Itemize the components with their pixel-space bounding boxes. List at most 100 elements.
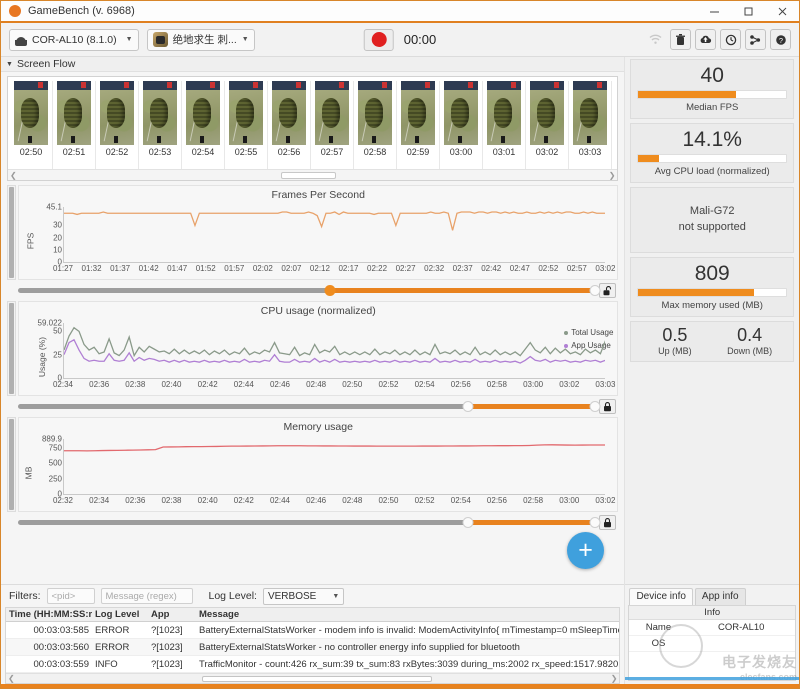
frame-thumbnail[interactable] — [186, 81, 220, 145]
wifi-icon[interactable] — [645, 29, 666, 50]
chart-1: Frames Per SecondFPS45.1302010001:2701:3… — [7, 185, 618, 299]
y-axis-tick: 10 — [53, 245, 62, 254]
network-up-value: 0.5 — [637, 326, 712, 346]
trash-icon[interactable] — [670, 29, 691, 50]
x-axis-tick: 02:40 — [161, 380, 181, 389]
frame-thumbnail[interactable] — [530, 81, 564, 145]
frame-thumbnail[interactable] — [14, 81, 48, 145]
x-axis-tick: 02:38 — [125, 380, 145, 389]
x-axis-tick: 02:54 — [451, 496, 471, 505]
lock-closed-icon[interactable] — [599, 399, 616, 414]
chart-vertical-scrollbar[interactable] — [7, 417, 16, 512]
screen-flow-frame[interactable]: 03:01 — [483, 81, 526, 169]
screen-flow-frame[interactable]: 02:52 — [96, 81, 139, 169]
x-axis-ticks: 02:3402:3602:3802:4002:4202:4402:4602:48… — [63, 380, 605, 394]
minimize-button[interactable] — [697, 0, 731, 22]
frame-thumbnail[interactable] — [57, 81, 91, 145]
scroll-right-icon[interactable]: ❯ — [609, 171, 616, 180]
log-hscrollbar[interactable]: ❮ ❯ — [6, 673, 619, 683]
x-axis-tick: 02:46 — [306, 496, 326, 505]
session-timer: 00:00 — [404, 32, 437, 47]
log-level: ERROR — [92, 642, 148, 653]
network-down-label: Down (MB) — [712, 346, 787, 356]
log-level-select[interactable]: VERBOSE ▼ — [263, 588, 344, 605]
chart-range-slider[interactable] — [18, 285, 595, 296]
screen-flow-frame[interactable]: 03:02 — [526, 81, 569, 169]
scroll-left-icon[interactable]: ❮ — [10, 171, 17, 180]
screen-flow-frame[interactable]: 02:57 — [311, 81, 354, 169]
add-marker-button[interactable]: + — [567, 532, 604, 569]
frame-thumbnail[interactable] — [100, 81, 134, 145]
message-filter-input[interactable]: Message (regex) — [101, 588, 193, 604]
chart-range-slider[interactable] — [18, 401, 595, 412]
tab-app-info[interactable]: App info — [695, 588, 746, 605]
frame-thumbnail[interactable] — [444, 81, 478, 145]
tab-device-info[interactable]: Device info — [629, 588, 692, 605]
screen-flow-frame[interactable]: 02:56 — [268, 81, 311, 169]
chart-vertical-scrollbar[interactable] — [7, 301, 16, 396]
screen-flow-frame[interactable]: 03:00 — [440, 81, 483, 169]
cloud-upload-icon[interactable] — [695, 29, 716, 50]
frame-thumbnail[interactable] — [272, 81, 306, 145]
x-axis-tick: 02:50 — [342, 380, 362, 389]
table-row: NameCOR-AL10 — [629, 620, 795, 636]
frame-thumbnail[interactable] — [143, 81, 177, 145]
x-axis-tick: 01:27 — [53, 264, 73, 273]
frame-thumbnail[interactable] — [401, 81, 435, 145]
filters-label: Filters: — [9, 590, 41, 602]
screen-flow-frame[interactable]: 02:58 — [354, 81, 397, 169]
screen-flow-scrollbar[interactable]: ❮ ❯ — [8, 169, 617, 180]
screen-flow-frame[interactable]: 03:03 — [569, 81, 612, 169]
help-icon[interactable]: ? — [770, 29, 791, 50]
x-axis-tick: 01:37 — [110, 264, 130, 273]
frame-thumbnail[interactable] — [487, 81, 521, 145]
screen-flow-frame[interactable]: 02:53 — [139, 81, 182, 169]
chart-card: Frames Per SecondFPS45.1302010001:2701:3… — [18, 185, 618, 280]
slider-handle-left[interactable] — [463, 517, 474, 528]
slider-handle-right[interactable] — [590, 517, 601, 528]
device-info-tabs: Device info App info — [625, 585, 799, 605]
frame-thumbnail[interactable] — [229, 81, 263, 145]
scroll-left-icon[interactable]: ❮ — [8, 674, 15, 683]
slider-handle-left[interactable] — [463, 401, 474, 412]
x-axis-tick: 03:00 — [523, 380, 543, 389]
maximize-button[interactable] — [731, 0, 765, 22]
scroll-right-icon[interactable]: ❯ — [611, 674, 618, 683]
screen-flow-frame[interactable]: 02:51 — [53, 81, 96, 169]
avg-cpu-value: 14.1% — [637, 128, 787, 151]
y-axis-label: Usage (%) — [37, 337, 47, 377]
screen-flow-frame[interactable]: 02:54 — [182, 81, 225, 169]
chart-2: CPU usage (normalized)Total UsageApp Usa… — [7, 301, 618, 415]
record-button[interactable] — [364, 29, 394, 51]
plot-area: 59.02250250 — [63, 323, 605, 379]
chart-range-slider[interactable] — [18, 517, 595, 528]
x-axis-tick: 02:32 — [53, 496, 73, 505]
device-selector[interactable]: COR-AL10 (8.1.0) ▼ — [9, 29, 139, 51]
pid-filter-input[interactable]: <pid> — [47, 588, 95, 604]
history-icon[interactable] — [720, 29, 741, 50]
slider-handle-right[interactable] — [590, 285, 601, 296]
close-button[interactable] — [765, 0, 799, 22]
frame-timestamp: 02:59 — [407, 145, 430, 158]
frame-thumbnail[interactable] — [315, 81, 349, 145]
lock-closed-icon[interactable] — [599, 515, 616, 530]
table-row[interactable]: 00:03:03:559INFO?[1023]TrafficMonitor - … — [6, 656, 619, 673]
record-controls: 00:00 — [364, 29, 437, 51]
screen-flow-frame[interactable]: 02:55 — [225, 81, 268, 169]
app-selector[interactable]: 绝地求生 刺... ▼ — [147, 29, 255, 51]
frame-thumbnail[interactable] — [573, 81, 607, 145]
scrollbar-thumb[interactable] — [281, 172, 336, 179]
chart-vertical-scrollbar[interactable] — [7, 185, 16, 280]
screen-flow-frame[interactable]: 02:59 — [397, 81, 440, 169]
screen-flow-frame[interactable]: 02:50 — [10, 81, 53, 169]
table-row[interactable]: 00:03:03:560ERROR?[1023]BatteryExternalS… — [6, 639, 619, 656]
col-message: Message — [196, 609, 619, 620]
settings-icon[interactable] — [745, 29, 766, 50]
screen-flow-header[interactable]: ▼ Screen Flow — [1, 57, 624, 72]
slider-handle-right[interactable] — [590, 401, 601, 412]
slider-handle-left[interactable] — [324, 285, 335, 296]
scrollbar-thumb[interactable] — [202, 676, 432, 682]
frame-thumbnail[interactable] — [358, 81, 392, 145]
table-row[interactable]: 00:03:03:585ERROR?[1023]BatteryExternalS… — [6, 622, 619, 639]
lock-open-icon[interactable] — [599, 283, 616, 298]
